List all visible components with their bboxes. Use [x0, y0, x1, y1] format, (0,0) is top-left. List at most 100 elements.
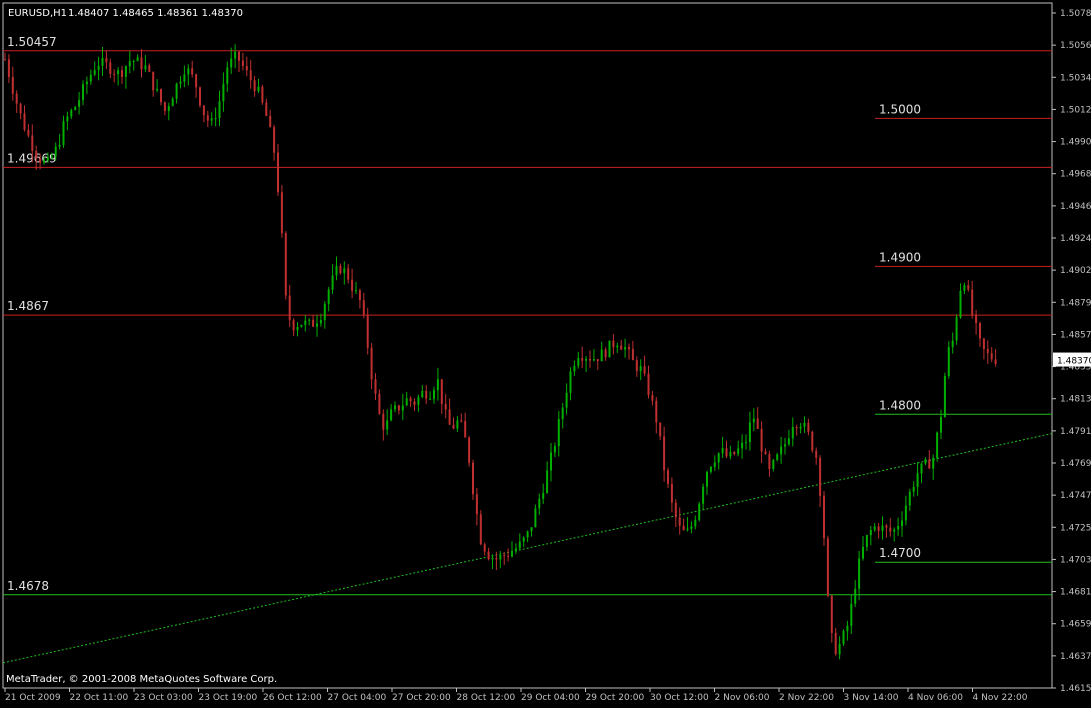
candle-body: [752, 418, 755, 423]
candle-body: [577, 358, 580, 366]
candle-body: [694, 519, 697, 527]
candle-body: [261, 86, 264, 103]
candle-body: [382, 413, 385, 430]
candle-body: [600, 349, 603, 362]
candle-body: [39, 158, 42, 163]
candle-body: [160, 89, 162, 103]
candle-body: [179, 81, 182, 84]
candle-body: [916, 473, 919, 487]
ohlc-quote: 1.48407 1.48465 1.48361 1.48370: [68, 8, 243, 19]
candle-body: [292, 320, 295, 331]
candle-body: [54, 146, 57, 157]
candle-body: [971, 289, 974, 316]
candle-body: [819, 457, 822, 496]
candle-body: [433, 390, 435, 399]
candle-body: [842, 631, 845, 644]
time-tick-label: 29 Oct 20:00: [586, 693, 645, 703]
candle-body: [296, 326, 299, 331]
candle-body: [413, 401, 416, 405]
candle-body: [82, 84, 84, 101]
candle-body: [811, 431, 814, 451]
candle-body: [89, 74, 92, 82]
candle-body: [986, 348, 989, 354]
candle-body: [963, 285, 966, 291]
candle-body: [725, 448, 728, 457]
candle-body: [589, 358, 591, 361]
candle-body: [678, 517, 681, 526]
candle-body: [327, 289, 330, 304]
candle-body: [526, 531, 529, 538]
candle-body: [507, 555, 510, 557]
candle-body: [351, 279, 354, 291]
candle-body: [195, 74, 198, 88]
candle-body: [663, 436, 666, 471]
candle-body: [869, 529, 872, 536]
candle-body: [768, 454, 771, 469]
candle-body: [436, 379, 439, 391]
candle-body: [787, 438, 790, 445]
time-tick-label: 28 Oct 12:00: [457, 693, 516, 703]
price-chart[interactable]: 1.50785 1.50565 1.50340 1.50120 1.49900 1.496…: [0, 0, 1091, 704]
candle-body: [951, 340, 954, 348]
candle-body: [943, 375, 946, 418]
candle-body: [409, 398, 412, 402]
candle-body: [300, 324, 303, 327]
candle-body: [686, 528, 689, 531]
candle-body: [483, 544, 486, 552]
candle-body: [667, 470, 669, 484]
candle-body: [826, 538, 829, 596]
price-tick-label: 1.50340: [1060, 73, 1091, 83]
candle-body: [608, 340, 611, 358]
candle-body: [109, 62, 112, 74]
candle-body: [542, 492, 545, 499]
candle-body: [994, 359, 997, 365]
candle-body: [156, 89, 159, 91]
candle-body: [468, 437, 471, 463]
candle-body: [355, 290, 357, 292]
candle-body: [4, 59, 6, 61]
candle-body: [97, 65, 100, 71]
candle-body: [152, 71, 155, 91]
candle-body: [124, 66, 127, 77]
candle-body: [253, 80, 256, 92]
candle-body: [682, 525, 685, 531]
candle-body: [514, 548, 517, 552]
candle-body: [456, 420, 459, 429]
candle-body: [655, 400, 658, 423]
candle-body: [881, 525, 884, 531]
candle-body: [171, 98, 174, 107]
candle-body: [199, 87, 201, 106]
candle-body: [136, 57, 139, 62]
candle-body: [807, 422, 810, 432]
candle-body: [706, 471, 708, 487]
candle-body: [202, 105, 205, 116]
candle-body: [378, 393, 381, 414]
time-tick-label: 29 Oct 04:00: [521, 693, 580, 703]
candle-body: [702, 486, 705, 504]
candle-body: [511, 551, 513, 557]
candle-body: [101, 57, 104, 66]
candle-body: [460, 420, 463, 422]
candle-body: [19, 103, 22, 114]
candle-body: [62, 121, 65, 145]
candle-body: [27, 129, 30, 136]
candle-body: [269, 115, 272, 128]
candle-body: [823, 495, 825, 539]
candle-body: [316, 323, 318, 327]
candle-body: [43, 160, 45, 163]
candle-body: [928, 459, 931, 469]
candle-body: [628, 347, 630, 350]
candle-body: [175, 83, 178, 99]
candle-body: [491, 557, 494, 560]
candle-body: [319, 320, 322, 324]
candle-body: [745, 442, 747, 444]
candle-body: [191, 68, 194, 75]
candle-body: [659, 422, 662, 437]
price-tick-label: 1.47030: [1060, 555, 1091, 565]
candle-body: [464, 421, 467, 438]
candle-body: [245, 66, 248, 71]
candle-body: [534, 508, 537, 528]
price-tick-label: 1.49460: [1060, 202, 1091, 212]
candle-body: [585, 358, 588, 361]
candle-body: [858, 558, 861, 589]
